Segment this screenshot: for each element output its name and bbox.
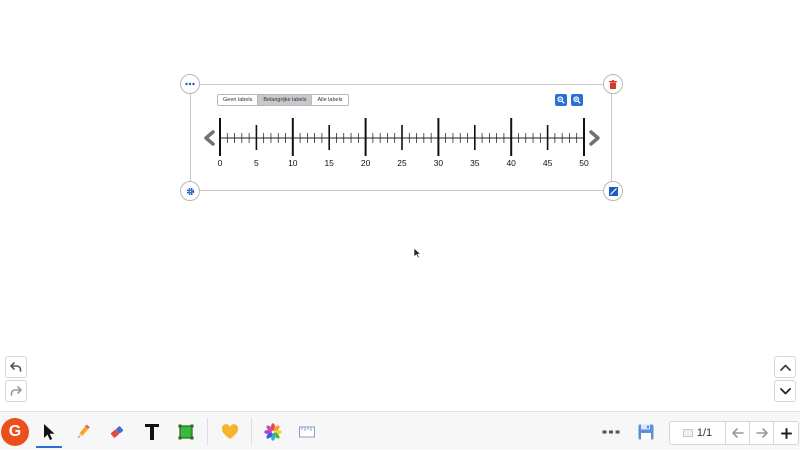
undo-icon [10,362,22,372]
shape-tool-button[interactable] [174,420,198,444]
toolbar-divider [207,418,208,445]
undo-button[interactable] [5,356,27,378]
app-logo-button[interactable]: G [1,418,29,446]
tools-library-button[interactable] [261,420,285,444]
tick-label: 15 [324,158,334,168]
tick-label: 50 [579,158,589,168]
shape-icon [178,424,194,440]
tools-flower-icon [264,423,282,441]
mouse-cursor-icon [413,247,422,259]
scroll-down-button[interactable] [774,380,796,402]
save-button[interactable] [634,420,658,444]
page-indicator-text: 1/1 [696,427,713,439]
widget-menu-button[interactable] [180,74,200,94]
more-options-button[interactable] [599,420,623,444]
chevron-left-icon [204,130,215,146]
select-tool-button[interactable] [37,420,61,444]
text-icon [145,424,159,440]
ruler-icon [299,426,315,438]
chevron-up-icon [779,364,791,371]
tick-label: 45 [543,158,553,168]
label-mode-important[interactable]: Belangrijke labels [258,95,313,105]
tick-label: 35 [470,158,480,168]
widget-settings-button[interactable] [180,181,200,201]
redo-button[interactable] [5,380,27,402]
cursor-arrow-icon [44,424,55,440]
tick-label: 10 [288,158,298,168]
favorites-button[interactable] [218,420,242,444]
more-dots-icon [185,82,195,86]
next-page-button[interactable] [750,422,774,444]
eraser-icon [110,426,124,438]
page-thumbnail-icon [682,429,693,437]
widget-resize-button[interactable] [603,181,623,201]
pen-tool-button[interactable] [71,420,95,444]
label-mode-all[interactable]: Alle labels [312,95,348,105]
page-navigation: 1/1 [669,421,799,445]
chevron-right-icon [589,130,600,146]
page-indicator[interactable]: 1/1 [670,422,726,444]
tick-label: 20 [361,158,371,168]
label-mode-none[interactable]: Geen labels [218,95,259,105]
add-page-button[interactable] [774,422,798,444]
tick-label: 5 [254,158,259,168]
eraser-tool-button[interactable] [105,420,129,444]
tick-label: 30 [434,158,444,168]
save-icon [638,424,654,440]
zoom-out-button[interactable] [555,94,567,106]
tick-label: 0 [218,158,223,168]
zoom-out-icon [557,96,565,104]
label-mode-toggle: Geen labels Belangrijke labels Alle labe… [217,94,349,106]
text-tool-button[interactable] [140,420,164,444]
scroll-right-button[interactable] [589,130,600,146]
trash-icon [609,79,617,89]
whiteboard-canvas[interactable]: Geen labels Belangrijke labels Alle labe… [0,0,800,450]
redo-icon [10,386,22,396]
active-tool-indicator [36,446,62,448]
number-line: 0 5 10 15 20 25 30 35 40 45 50 [204,118,600,168]
arrow-right-icon [755,428,768,438]
plus-icon [780,427,792,439]
tick-label: 25 [397,158,407,168]
heart-icon [221,424,239,439]
widget-delete-button[interactable] [603,74,623,94]
toolbar-divider [251,418,252,445]
gear-icon [186,187,194,195]
ruler-tool-button[interactable] [295,420,319,444]
tick-label: 40 [506,158,516,168]
previous-page-button[interactable] [726,422,750,444]
more-dots-icon [602,430,620,434]
zoom-in-button[interactable] [571,94,583,106]
logo-letter: G [8,423,22,440]
scroll-left-button[interactable] [204,130,215,146]
scroll-up-button[interactable] [774,356,796,378]
chevron-down-icon [779,387,791,394]
zoom-in-icon [573,96,581,104]
resize-icon [608,186,618,196]
pencil-icon [78,424,90,438]
arrow-left-icon [731,428,744,438]
